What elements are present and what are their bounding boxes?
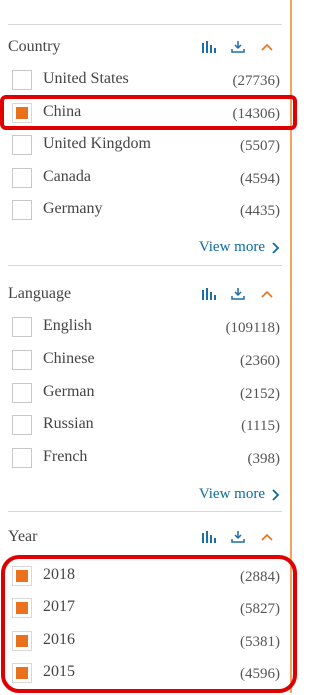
language-view-more-link[interactable]: View more xyxy=(199,486,280,503)
chevron-up-icon[interactable] xyxy=(258,38,276,56)
checkbox[interactable] xyxy=(12,415,32,435)
option-label: French xyxy=(43,448,88,465)
option-count: (14306) xyxy=(232,106,281,122)
country-filter-section: Country United States (27736) China (143… xyxy=(0,25,292,265)
filter-option-china[interactable]: China (14306) xyxy=(0,100,292,128)
filter-option-united-states[interactable]: United States (27736) xyxy=(0,67,292,95)
option-label: United States xyxy=(43,70,129,87)
filter-option-2018[interactable]: 2018 (2884) xyxy=(0,563,292,591)
checkbox[interactable] xyxy=(12,70,32,90)
checkbox-checked[interactable] xyxy=(12,598,32,618)
view-more-label: View more xyxy=(198,486,265,502)
language-section-header[interactable]: Language xyxy=(8,280,284,308)
option-label: English xyxy=(43,317,92,334)
option-count: (109118) xyxy=(225,320,280,336)
option-count: (27736) xyxy=(232,73,281,89)
language-filter-section: Language English (109118) Chinese (2360)… xyxy=(0,266,292,510)
checkbox-checked[interactable] xyxy=(12,663,32,683)
language-header-actions xyxy=(200,285,276,303)
option-count: (5507) xyxy=(240,138,280,154)
country-section-header[interactable]: Country xyxy=(8,33,284,61)
option-label: Russian xyxy=(43,415,94,432)
option-label: 2015 xyxy=(43,663,75,680)
checkbox[interactable] xyxy=(12,383,32,403)
option-label: United Kingdom xyxy=(43,135,151,152)
filter-option-germany[interactable]: Germany (4435) xyxy=(0,197,292,225)
filter-option-russian[interactable]: Russian (1115) xyxy=(0,412,292,440)
country-header-actions xyxy=(200,38,276,56)
checkbox[interactable] xyxy=(12,317,32,337)
filter-option-2015[interactable]: 2015 (4596) xyxy=(0,660,292,688)
analyze-bars-icon[interactable] xyxy=(200,528,218,546)
option-label: China xyxy=(43,103,82,120)
year-section-title: Year xyxy=(8,528,38,545)
option-count: (5827) xyxy=(240,601,280,617)
option-label: German xyxy=(43,383,95,400)
chevron-right-icon xyxy=(272,241,280,254)
option-label: 2018 xyxy=(43,566,75,583)
option-count: (4435) xyxy=(240,203,280,219)
filter-option-german[interactable]: German (2152) xyxy=(0,380,292,408)
download-icon[interactable] xyxy=(229,38,247,56)
filter-option-chinese[interactable]: Chinese (2360) xyxy=(0,347,292,375)
checkbox-checked[interactable] xyxy=(12,566,32,586)
option-count: (4594) xyxy=(240,171,280,187)
option-count: (2152) xyxy=(240,386,280,402)
checkbox[interactable] xyxy=(12,135,32,155)
option-count: (398) xyxy=(247,451,281,467)
download-icon[interactable] xyxy=(229,528,247,546)
checkbox[interactable] xyxy=(12,200,32,220)
filter-option-2017[interactable]: 2017 (5827) xyxy=(0,595,292,623)
filter-option-french[interactable]: French (398) xyxy=(0,445,292,473)
option-label: Chinese xyxy=(43,350,95,367)
filter-option-2016[interactable]: 2016 (5381) xyxy=(0,628,292,656)
analyze-bars-icon[interactable] xyxy=(200,285,218,303)
download-icon[interactable] xyxy=(229,285,247,303)
option-count: (1115) xyxy=(241,418,280,434)
filter-option-canada[interactable]: Canada (4594) xyxy=(0,165,292,193)
checkbox[interactable] xyxy=(12,448,32,468)
option-label: 2016 xyxy=(43,631,75,648)
option-label: 2017 xyxy=(43,598,75,615)
language-section-title: Language xyxy=(8,285,72,302)
checkbox-checked[interactable] xyxy=(12,631,32,651)
option-label: Canada xyxy=(43,168,91,185)
filter-option-english[interactable]: English (109118) xyxy=(0,314,292,342)
country-view-more-link[interactable]: View more xyxy=(199,239,280,256)
filter-panel: Country United States (27736) China (143… xyxy=(0,0,292,693)
option-label: Germany xyxy=(43,200,103,217)
chevron-up-icon[interactable] xyxy=(258,528,276,546)
year-section-header[interactable]: Year xyxy=(8,523,284,551)
country-section-title: Country xyxy=(8,38,61,55)
chevron-right-icon xyxy=(272,488,280,501)
option-count: (2884) xyxy=(240,569,280,585)
checkbox[interactable] xyxy=(12,350,32,370)
chevron-up-icon[interactable] xyxy=(258,285,276,303)
option-count: (5381) xyxy=(240,634,280,650)
analyze-bars-icon[interactable] xyxy=(200,38,218,56)
option-count: (4596) xyxy=(240,666,280,682)
year-filter-section: Year 2018 (2884) 2017 (5827) 2016 (5381)… xyxy=(0,511,292,693)
checkbox-checked[interactable] xyxy=(12,103,32,123)
option-count: (2360) xyxy=(240,353,280,369)
view-more-label: View more xyxy=(198,239,265,255)
filter-option-united-kingdom[interactable]: United Kingdom (5507) xyxy=(0,132,292,160)
year-header-actions xyxy=(200,528,276,546)
checkbox[interactable] xyxy=(12,168,32,188)
